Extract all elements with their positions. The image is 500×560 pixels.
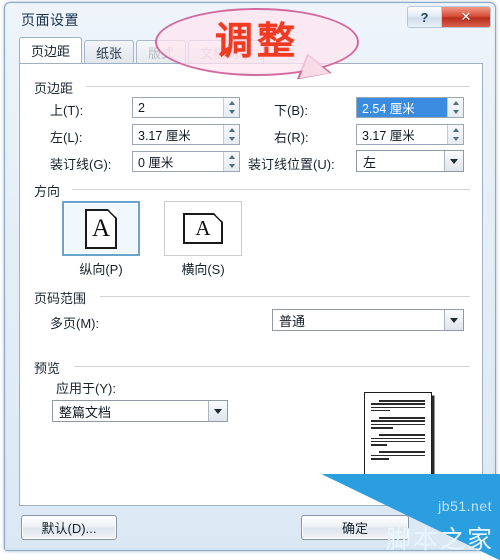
right-margin-label: 右(R): xyxy=(274,130,309,145)
tab-margins[interactable]: 页边距 xyxy=(19,37,83,63)
bottom-margin-value[interactable]: 2.54 厘米 xyxy=(357,98,447,117)
spin-up-icon[interactable] xyxy=(224,152,239,162)
right-margin-value[interactable]: 3.17 厘米 xyxy=(357,125,447,144)
caption-buttons: ? ✕ xyxy=(407,6,491,28)
multiple-pages-label: 多页(M): xyxy=(50,316,100,331)
landscape-page-icon: A xyxy=(183,213,223,244)
set-default-button[interactable]: 默认(D)... xyxy=(21,515,117,540)
page-range-group: 页码范围 多页(M): 普通 xyxy=(34,288,470,342)
spin-up-icon[interactable] xyxy=(224,125,239,135)
preview-group-divider xyxy=(74,366,470,367)
tab-layout[interactable]: 版式 xyxy=(136,40,187,63)
tabstrip: 页边距 纸张 版式 文档网格 xyxy=(19,37,483,63)
apply-to-select[interactable]: 整篇文档 xyxy=(52,400,228,422)
apply-to-value: 整篇文档 xyxy=(59,404,112,420)
chevron-down-icon[interactable] xyxy=(208,401,227,421)
preview-group: 预览 应用于(Y): 整篇文档 xyxy=(34,358,470,494)
portrait-page-icon: A xyxy=(85,208,117,249)
spin-down-icon[interactable] xyxy=(224,108,239,118)
right-margin-stepper[interactable]: 3.17 厘米 xyxy=(356,124,464,145)
gutter-position-value: 左 xyxy=(363,154,377,170)
tab-document-grid[interactable]: 文档网格 xyxy=(188,40,265,63)
left-margin-spin-buttons[interactable] xyxy=(223,125,239,144)
spin-down-icon[interactable] xyxy=(224,135,239,145)
bottom-margin-label: 下(B): xyxy=(274,103,308,118)
chevron-down-icon[interactable] xyxy=(444,310,463,330)
spin-up-icon[interactable] xyxy=(448,98,463,108)
left-margin-stepper[interactable]: 3.17 厘米 xyxy=(132,124,240,145)
orientation-landscape-button[interactable]: A xyxy=(164,201,242,256)
ok-button[interactable]: 确定 xyxy=(301,515,409,540)
dialog-title: 页面设置 xyxy=(21,12,79,28)
spin-down-icon[interactable] xyxy=(224,162,239,172)
orientation-group: 方向 A 纵向(P) A 横向(S) xyxy=(34,181,470,277)
top-margin-stepper[interactable]: 2 xyxy=(132,97,240,118)
titlebar: 页面设置 ? ✕ xyxy=(7,5,493,35)
dialog-body: 页面设置 ? ✕ 页边距 纸张 版式 文档网格 页边距 上(T): 2 下(B)… xyxy=(7,5,493,548)
spin-up-icon[interactable] xyxy=(224,98,239,108)
page-range-group-title: 页码范围 xyxy=(34,288,93,307)
spin-up-icon[interactable] xyxy=(448,125,463,135)
chevron-down-icon[interactable] xyxy=(444,151,463,171)
top-margin-label: 上(T): xyxy=(50,103,84,118)
multiple-pages-value: 普通 xyxy=(279,313,306,329)
close-icon[interactable]: ✕ xyxy=(442,7,490,27)
top-margin-value[interactable]: 2 xyxy=(133,98,223,117)
gutter-stepper[interactable]: 0 厘米 xyxy=(132,151,240,172)
orientation-portrait-button[interactable]: A xyxy=(62,201,140,256)
gutter-value[interactable]: 0 厘米 xyxy=(133,152,223,171)
preview-group-title: 预览 xyxy=(34,358,67,377)
orientation-group-divider xyxy=(72,189,470,190)
bottom-margin-spin-buttons[interactable] xyxy=(447,98,463,117)
gutter-position-label: 装订线位置(U): xyxy=(248,157,335,172)
gutter-label: 装订线(G): xyxy=(50,157,112,172)
left-margin-label: 左(L): xyxy=(50,130,83,145)
margins-group-divider xyxy=(86,86,470,87)
bottom-margin-stepper[interactable]: 2.54 厘米 xyxy=(356,97,464,118)
page-preview-thumbnail xyxy=(364,392,432,492)
top-margin-spin-buttons[interactable] xyxy=(223,98,239,117)
orientation-landscape-label: 横向(S) xyxy=(181,262,225,277)
tab-panel-margins: 页边距 上(T): 2 下(B): 2.54 厘米 左(L): 3.17 厘米 … xyxy=(19,63,483,506)
spin-down-icon[interactable] xyxy=(448,108,463,118)
left-margin-value[interactable]: 3.17 厘米 xyxy=(133,125,223,144)
apply-to-label: 应用于(Y): xyxy=(56,381,116,396)
page-setup-dialog: 页面设置 ? ✕ 页边距 纸张 版式 文档网格 页边距 上(T): 2 下(B)… xyxy=(4,2,496,551)
orientation-group-title: 方向 xyxy=(34,181,67,200)
right-margin-spin-buttons[interactable] xyxy=(447,125,463,144)
gutter-position-select[interactable]: 左 xyxy=(356,150,464,172)
spin-down-icon[interactable] xyxy=(448,135,463,145)
margins-group: 页边距 上(T): 2 下(B): 2.54 厘米 左(L): 3.17 厘米 … xyxy=(34,78,470,172)
dialog-button-bar: 默认(D)... 确定 xyxy=(19,513,483,543)
orientation-portrait-label: 纵向(P) xyxy=(79,262,123,277)
multiple-pages-select[interactable]: 普通 xyxy=(272,309,464,331)
page-range-group-divider xyxy=(100,296,470,297)
gutter-spin-buttons[interactable] xyxy=(223,152,239,171)
margins-group-title: 页边距 xyxy=(34,78,80,97)
help-icon[interactable]: ? xyxy=(408,7,442,27)
tab-paper[interactable]: 纸张 xyxy=(84,40,135,63)
